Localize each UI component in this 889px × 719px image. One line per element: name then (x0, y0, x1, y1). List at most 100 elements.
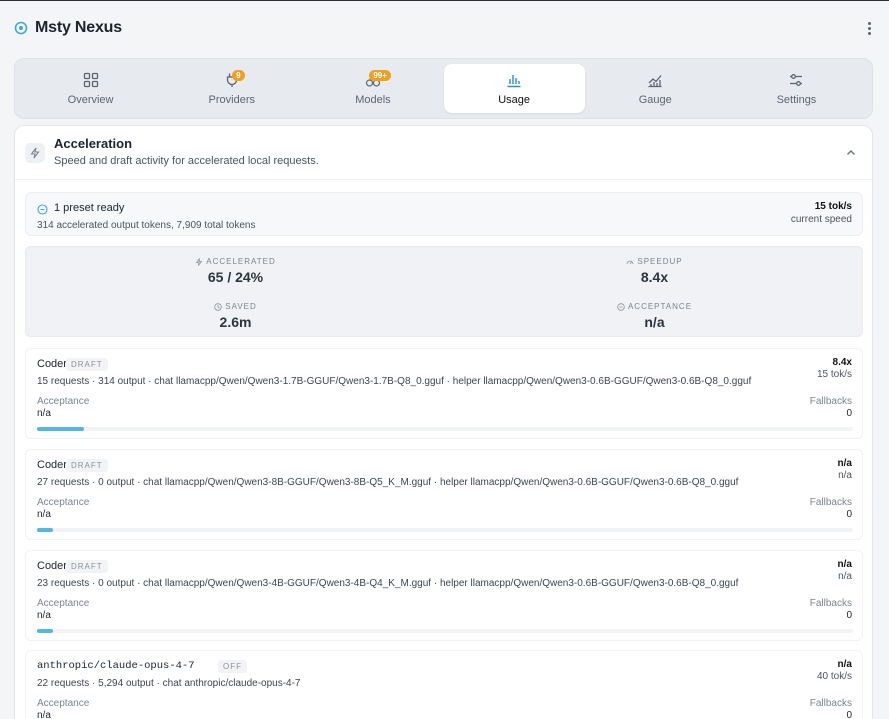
progress-bar (37, 629, 853, 633)
mode-badge: DRAFT (66, 560, 108, 573)
speed-value: 40 tok/s (816, 671, 852, 682)
preset-name: Coder (37, 560, 67, 572)
speed-value: 15 tok/s (816, 369, 852, 380)
speedup-value: n/a (837, 458, 852, 469)
speedup-value: 8.4x (832, 357, 852, 368)
acceptance-value: n/a (37, 408, 51, 419)
mode-badge: OFF (218, 660, 247, 673)
tab-gauge[interactable]: Gauge (585, 64, 726, 113)
logo-icon (14, 21, 28, 35)
fallbacks-value: 0 (846, 509, 852, 520)
speedup-value: n/a (837, 659, 852, 670)
more-menu-button[interactable] (861, 19, 877, 37)
preset-row[interactable]: anthropic/claude-opus-4-7 OFF 22 request… (25, 650, 863, 719)
bar-chart-icon (507, 75, 521, 88)
acceptance-value: n/a (37, 509, 51, 520)
preset-details: 22 requests · 5,294 output · chat anthro… (37, 678, 301, 689)
acceleration-header[interactable]: Acceleration Speed and draft activity fo… (15, 126, 872, 180)
preset-details: 15 requests · 314 output · chat llamacpp… (37, 376, 752, 387)
providers-count-badge: 9 (232, 70, 245, 81)
preset-details: 23 requests · 0 output · chat llamacpp/Q… (37, 578, 739, 589)
preset-name: anthropic/claude-opus-4-7 (37, 660, 195, 672)
sliders-icon (790, 74, 803, 86)
tab-label: Gauge (638, 94, 672, 106)
progress-fill (37, 427, 85, 431)
app-header: Msty Nexus (0, 1, 889, 55)
progress-bar (37, 528, 853, 532)
clock-icon (214, 302, 222, 311)
fallbacks-value: 0 (846, 710, 852, 719)
grid-icon (83, 72, 98, 88)
preset-name: Coder (37, 459, 67, 471)
preset-summary: 314 accelerated output tokens, 7,909 tot… (37, 220, 256, 231)
stat-value: 2.6m (219, 314, 252, 330)
stat-value: n/a (644, 314, 665, 330)
tab-label: Settings (776, 94, 817, 106)
check-circle-icon (37, 204, 48, 215)
acceptance-label: Acceptance (37, 497, 90, 508)
acceptance-label: Acceptance (37, 698, 90, 709)
tab-label: Providers (208, 94, 255, 106)
section-title: Acceleration (54, 136, 133, 151)
tab-bar: Overview Providers 9 Models 99+ Usage Ga… (14, 58, 873, 119)
acceptance-label: Acceptance (37, 598, 90, 609)
mode-badge: DRAFT (66, 358, 108, 371)
fallbacks-label: Fallbacks (809, 497, 852, 508)
progress-fill (37, 629, 54, 633)
tab-usage[interactable]: Usage (443, 64, 585, 113)
preset-details: 27 requests · 0 output · chat llamacpp/Q… (37, 477, 739, 488)
bolt-icon (195, 257, 203, 266)
tab-label: Overview (67, 94, 114, 106)
fallbacks-label: Fallbacks (809, 698, 852, 709)
stat-saved: SAVED 2.6m (26, 302, 445, 330)
tab-providers[interactable]: Providers 9 (161, 64, 302, 113)
stat-acceptance: ACCEPTANCE n/a (445, 302, 864, 330)
preset-row[interactable]: Coder DRAFT 27 requests · 0 output · cha… (25, 449, 863, 540)
preset-row[interactable]: Coder DRAFT 15 requests · 314 output · c… (25, 348, 863, 439)
speedup-value: n/a (837, 559, 852, 570)
stat-label: SPEEDUP (637, 257, 683, 266)
stat-label: ACCELERATED (206, 257, 276, 266)
section-subtitle: Speed and draft activity for accelerated… (54, 155, 319, 167)
tab-overview[interactable]: Overview (20, 64, 161, 113)
acceptance-label: Acceptance (37, 396, 90, 407)
stat-label: SAVED (225, 302, 257, 311)
stat-value: 65 / 24% (207, 269, 264, 285)
gauge-icon (626, 260, 634, 264)
stats-panel: ACCELERATED 65 / 24% SPEEDUP 8.4x SAVED … (25, 246, 863, 337)
more-icon (867, 21, 871, 25)
mode-badge: DRAFT (66, 459, 108, 472)
check-circle-icon (617, 302, 625, 311)
current-speed-value: 15 tok/s (814, 201, 852, 212)
tab-settings[interactable]: Settings (726, 64, 867, 113)
app-title: Msty Nexus (35, 19, 122, 36)
fallbacks-label: Fallbacks (809, 396, 852, 407)
tab-models[interactable]: Models 99+ (302, 64, 443, 113)
tab-label: Usage (498, 94, 530, 106)
fallbacks-label: Fallbacks (809, 598, 852, 609)
preset-title: 1 preset ready (54, 202, 125, 214)
preset-row[interactable]: Coder DRAFT 23 requests · 0 output · cha… (25, 550, 863, 641)
current-speed-label: current speed (790, 214, 852, 225)
acceleration-card: Acceleration Speed and draft activity fo… (14, 125, 873, 719)
chevron-up-icon[interactable] (844, 146, 858, 160)
speed-value: n/a (838, 470, 852, 481)
acceptance-value: n/a (37, 710, 51, 719)
progress-fill (37, 528, 54, 532)
stat-accelerated: ACCELERATED 65 / 24% (26, 257, 445, 285)
models-count-badge: 99+ (369, 70, 391, 81)
app-window: Msty Nexus Overview Providers 9 Models 9 (0, 0, 889, 719)
stat-speedup: SPEEDUP 8.4x (445, 257, 864, 285)
tab-label: Models (355, 94, 391, 106)
acceptance-value: n/a (37, 610, 51, 621)
fallbacks-value: 0 (846, 610, 852, 621)
progress-bar (37, 427, 853, 431)
stat-value: 8.4x (640, 269, 669, 285)
line-chart-icon (648, 75, 662, 88)
preset-status: 1 preset ready 314 accelerated output to… (25, 192, 863, 236)
bolt-icon (25, 143, 45, 163)
stat-label: ACCEPTANCE (627, 302, 693, 311)
speed-value: n/a (838, 571, 852, 582)
fallbacks-value: 0 (846, 408, 852, 419)
preset-name: Coder (37, 358, 67, 370)
